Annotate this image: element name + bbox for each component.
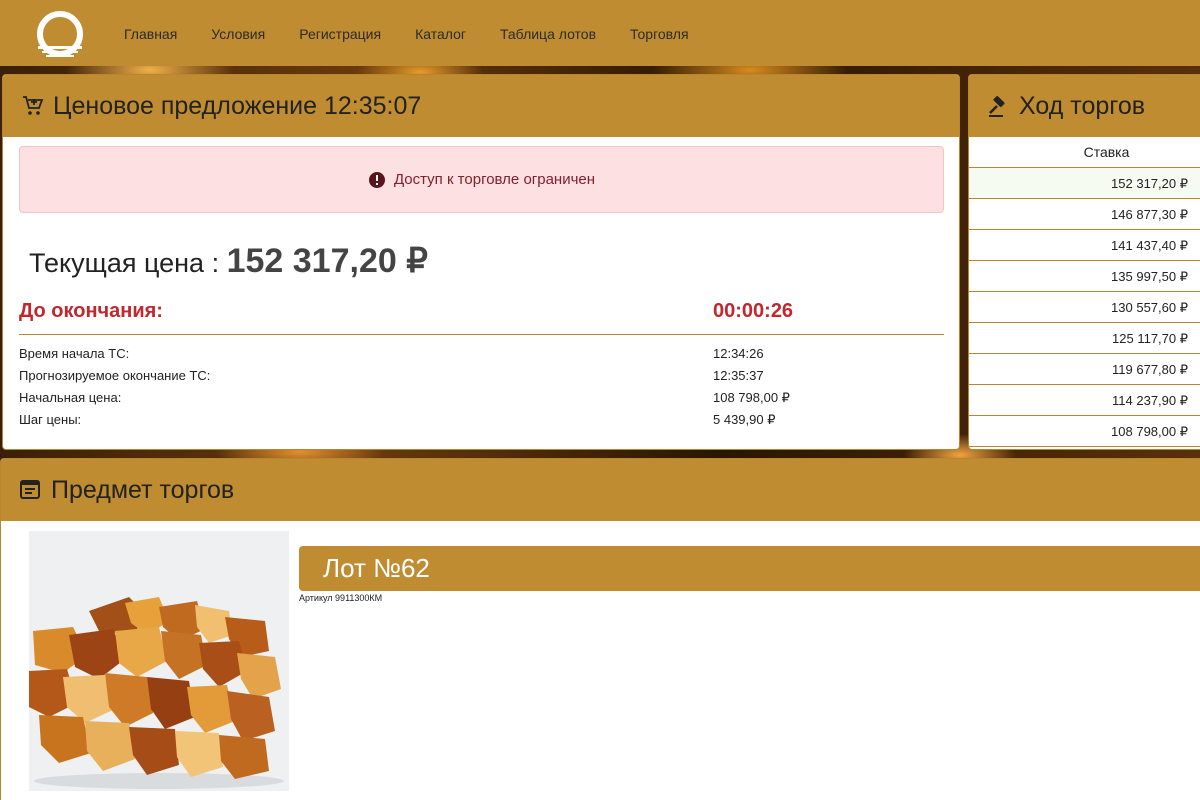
calendar-icon (19, 478, 43, 502)
subject-card: Предмет торгов Лот №62 Артикул 9911300КМ (0, 458, 1200, 800)
nav-item-lots-table[interactable]: Таблица лотов (500, 26, 596, 42)
current-price-label: Текущая цена : (29, 248, 220, 278)
navbar: Главная Условия Регистрация Каталог Табл… (0, 0, 1200, 66)
bid-row: 114 237,90 ₽ (969, 385, 1200, 416)
price-offer-card: Ценовое предложение 12:35:07 Доступ к то… (2, 74, 960, 450)
logo-icon[interactable] (34, 10, 86, 62)
countdown-value: 00:00:26 (713, 300, 794, 322)
alert-text: Доступ к торговле ограничен (393, 171, 596, 188)
lot-title-banner: Лот №62 (299, 546, 1200, 591)
bid-row: 146 877,30 ₽ (969, 199, 1200, 230)
bids-header: Ход торгов (969, 75, 1200, 137)
bid-row: 125 117,70 ₽ (969, 323, 1200, 354)
auction-info-list: Время начала ТС: 12:34:26 Прогнозируемое… (19, 346, 944, 434)
info-label: Начальная цена: (19, 390, 122, 405)
gavel-icon (987, 94, 1011, 118)
bid-row: 141 437,40 ₽ (969, 230, 1200, 261)
bid-row: 135 997,50 ₽ (969, 261, 1200, 292)
divider (19, 334, 944, 335)
nav-item-home[interactable]: Главная (124, 26, 177, 42)
info-row-start-price: Начальная цена: 108 798,00 ₽ (19, 390, 944, 412)
bid-row: 119 677,80 ₽ (969, 354, 1200, 385)
bid-row: 152 317,20 ₽ (969, 168, 1200, 199)
bids-title: Ход торгов (1019, 91, 1146, 120)
info-value: 108 798,00 ₽ (713, 390, 790, 405)
article-number: Артикул 9911300КМ (299, 593, 383, 603)
info-label: Прогнозируемое окончание ТС: (19, 368, 211, 383)
subject-header: Предмет торгов (1, 459, 1200, 521)
info-value: 12:34:26 (713, 346, 764, 361)
bid-row: 130 557,60 ₽ (969, 292, 1200, 323)
bids-column-header: Ставка (969, 137, 1200, 168)
exclamation-circle-icon (368, 171, 386, 189)
bid-row: 108 798,00 ₽ (969, 416, 1200, 447)
info-row-forecast-end: Прогнозируемое окончание ТС: 12:35:37 (19, 368, 944, 390)
product-image[interactable] (29, 531, 289, 791)
info-label: Время начала ТС: (19, 346, 130, 361)
current-price-value: 152 317,20 ₽ (226, 242, 428, 280)
subject-title: Предмет торгов (51, 475, 235, 504)
bids-card: Ход торгов Ставка 152 317,20 ₽ 146 877,3… (968, 74, 1200, 450)
nav-item-catalog[interactable]: Каталог (415, 26, 466, 42)
cart-plus-icon (21, 94, 45, 118)
info-label: Шаг цены: (19, 412, 82, 427)
nav-item-terms[interactable]: Условия (211, 26, 265, 42)
countdown-label: До окончания: (19, 300, 163, 322)
nav-item-trading[interactable]: Торговля (630, 26, 688, 42)
info-value: 5 439,90 ₽ (713, 412, 776, 427)
info-row-start-time: Время начала ТС: 12:34:26 (19, 346, 944, 368)
price-offer-title: Ценовое предложение 12:35:07 (53, 91, 422, 120)
access-restricted-alert: Доступ к торговле ограничен (19, 146, 944, 213)
info-value: 12:35:37 (713, 368, 764, 383)
current-price: Текущая цена : 152 317,20 ₽ (29, 241, 428, 281)
price-offer-header: Ценовое предложение 12:35:07 (3, 75, 959, 137)
nav-menu: Главная Условия Регистрация Каталог Табл… (124, 26, 723, 42)
info-row-price-step: Шаг цены: 5 439,90 ₽ (19, 412, 944, 434)
nav-item-registration[interactable]: Регистрация (299, 26, 381, 42)
